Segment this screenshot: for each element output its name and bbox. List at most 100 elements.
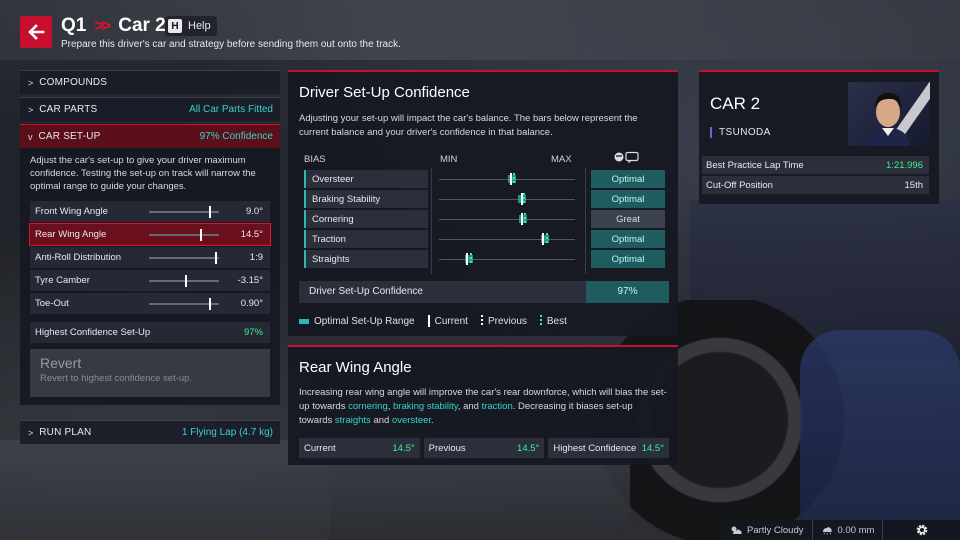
param-slider[interactable] — [149, 274, 219, 287]
confidence-legend: Optimal Set-Up Range Current Previous Be… — [299, 315, 567, 327]
bias-column-header: BIAS — [304, 154, 326, 165]
total-confidence-label: Driver Set-Up Confidence — [309, 286, 423, 297]
compounds-section[interactable]: > COMPOUNDS — [20, 70, 280, 94]
best-marker — [513, 173, 515, 185]
help-key-icon: H — [168, 19, 182, 33]
total-confidence-value: 97% — [586, 281, 669, 303]
page-subtitle: Prepare this driver's car and strategy b… — [61, 39, 401, 50]
param-value: -3.15° — [237, 275, 263, 286]
setup-param-row[interactable]: Anti-Roll Distribution 1:9 — [30, 247, 270, 268]
highest-confidence-value: 97% — [243, 327, 263, 338]
chevron-down-icon: v — [28, 131, 33, 142]
current-marker — [521, 213, 523, 225]
param-name: Anti-Roll Distribution — [35, 252, 122, 263]
param-name: Tyre Camber — [35, 275, 90, 286]
param-slider-knob[interactable] — [185, 274, 187, 287]
chevron-right-icon: > — [28, 427, 34, 438]
best-marker — [546, 233, 548, 245]
setup-param-row[interactable]: Tyre Camber -3.15° — [30, 270, 270, 291]
gear-icon — [916, 524, 928, 536]
current-marker — [542, 233, 544, 245]
param-slider[interactable] — [149, 228, 219, 241]
bias-track — [439, 219, 575, 220]
car-setup-section[interactable]: v CAR SET-UP 97% Confidence — [20, 124, 280, 148]
compounds-label: COMPOUNDS — [39, 77, 108, 88]
param-slider[interactable] — [149, 251, 219, 264]
bias-rating: Optimal — [591, 250, 665, 268]
legend-optimal: Optimal Set-Up Range — [314, 315, 415, 327]
optimal-range-swatch — [299, 318, 309, 324]
current-marker-swatch — [427, 315, 430, 327]
param-slider-knob[interactable] — [200, 228, 202, 241]
bias-header: BIAS MIN MAX — [299, 150, 669, 168]
current-marker — [521, 193, 523, 205]
param-name: Front Wing Angle — [35, 206, 108, 217]
chevron-right-icon: > — [28, 104, 34, 115]
weather-status: Partly Cloudy — [722, 520, 813, 540]
settings-button[interactable] — [883, 520, 960, 540]
driver-avatar-icon — [866, 92, 910, 146]
stat-label: Current — [304, 442, 336, 454]
setup-param-row[interactable]: Toe-Out 0.90° — [30, 293, 270, 314]
bias-grid: Oversteer Optimal Braking Stability Optimal… — [299, 168, 669, 274]
driver-card: CAR 2 TSUNODA Best Practice Lap Time 1:2… — [699, 70, 939, 204]
rear-wing-stats: Current 14.5° Previous 14.5° Highest Con… — [299, 438, 670, 458]
back-button[interactable] — [20, 16, 52, 48]
bias-name: Cornering — [304, 210, 428, 228]
min-column-header: MIN — [440, 154, 458, 165]
bias-row: Traction Optimal — [299, 229, 669, 249]
car-parts-section[interactable]: > CAR PARTS All Car Parts Fitted — [20, 97, 280, 121]
rear-wing-description: Increasing rear wing angle will improve … — [299, 386, 667, 428]
best-marker — [524, 213, 526, 225]
bias-track — [439, 199, 575, 200]
bias-rating: Optimal — [591, 190, 665, 208]
stat-value: 14.5° — [641, 442, 665, 454]
help-label: Help — [188, 20, 211, 32]
keyword-straights: straights — [334, 415, 371, 426]
bias-track — [439, 239, 575, 240]
param-slider-knob[interactable] — [209, 297, 211, 310]
legend-previous: Previous — [487, 315, 527, 327]
best-marker — [523, 193, 525, 205]
rear-wing-highest-stat: Highest Confidence 14.5° — [548, 438, 670, 458]
help-button[interactable]: H Help — [165, 16, 217, 36]
setup-param-row[interactable]: Front Wing Angle 9.0° — [30, 201, 270, 222]
param-name: Toe-Out — [35, 298, 69, 309]
rain-label: 0.00 mm — [837, 524, 875, 536]
setup-param-row[interactable]: Rear Wing Angle 14.5° — [29, 223, 271, 246]
bias-row: Straights Optimal — [299, 249, 669, 269]
legend-best: Best — [546, 315, 567, 327]
chevron-right-icon: > — [28, 77, 34, 88]
stat-label: Highest Confidence — [553, 442, 637, 454]
car-parts-value: All Car Parts Fitted — [189, 104, 273, 115]
bias-row: Braking Stability Optimal — [299, 189, 669, 209]
rear-wing-info-panel: Rear Wing Angle Increasing rear wing ang… — [288, 345, 678, 465]
weather-label: Partly Cloudy — [747, 524, 804, 536]
revert-button[interactable]: Revert Revert to highest confidence set-… — [30, 349, 270, 397]
best-lap-value: 1:21.996 — [886, 159, 923, 171]
param-slider[interactable] — [149, 205, 219, 218]
page-title: Q1 >> Car 2 — [61, 15, 166, 37]
run-plan-wrapper: > RUN PLAN 1 Flying Lap (4.7 kg) — [20, 420, 280, 447]
param-slider[interactable] — [149, 297, 219, 310]
bias-rating: Great — [591, 210, 665, 228]
param-slider-knob[interactable] — [209, 205, 211, 218]
bias-row: Cornering Great — [299, 209, 669, 229]
best-lap-row: Best Practice Lap Time 1:21.996 — [702, 156, 929, 174]
bias-rating: Optimal — [591, 170, 665, 188]
run-plan-section[interactable]: > RUN PLAN 1 Flying Lap (4.7 kg) — [20, 420, 280, 444]
bias-track — [439, 259, 575, 260]
cutoff-value: 15th — [904, 179, 924, 191]
rear-wing-current-stat: Current 14.5° — [299, 438, 420, 458]
keyword-traction: traction — [481, 401, 513, 412]
highest-confidence-row: Highest Confidence Set-Up 97% — [30, 322, 270, 343]
setup-confidence-panel: Driver Set-Up Confidence Adjusting your … — [288, 70, 678, 336]
param-slider-knob[interactable] — [215, 251, 217, 264]
bias-name: Straights — [304, 250, 428, 268]
param-value: 9.0° — [245, 206, 263, 217]
car-parts-label: CAR PARTS — [39, 104, 98, 115]
previous-marker-swatch — [480, 315, 483, 327]
run-plan-value: 1 Flying Lap (4.7 kg) — [181, 427, 273, 438]
stat-value: 14.5° — [517, 442, 540, 454]
confidence-title: Driver Set-Up Confidence — [299, 84, 470, 101]
